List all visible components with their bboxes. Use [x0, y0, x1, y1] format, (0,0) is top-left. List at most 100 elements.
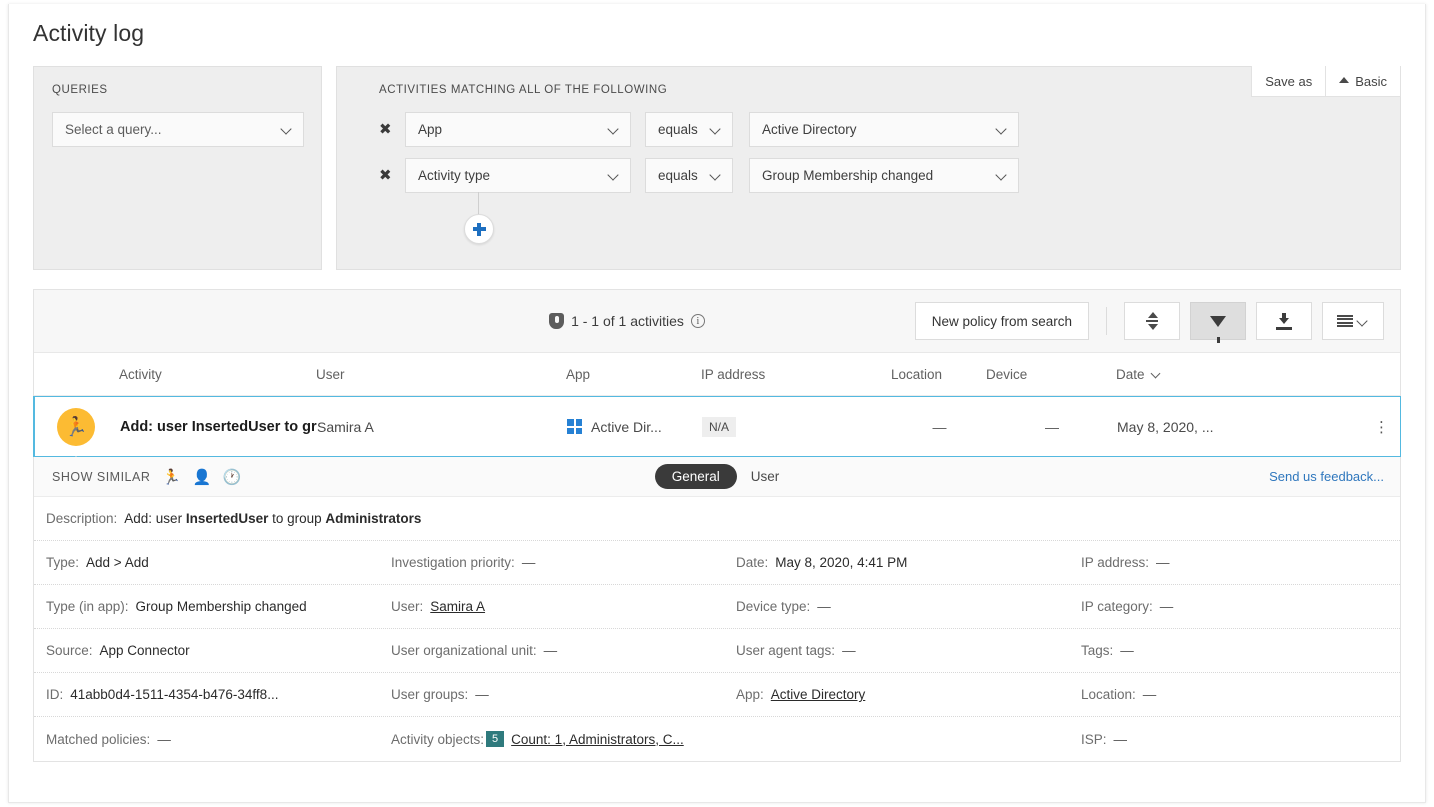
remove-condition-icon[interactable]: ✖ [379, 122, 401, 137]
condition-row: ✖ Activity type equals Group Membership … [379, 158, 1400, 193]
field-matched-policies: Matched policies: — [46, 732, 391, 747]
column-header-date[interactable]: Date [1116, 367, 1296, 382]
funnel-icon [1210, 315, 1226, 343]
condition-value-select[interactable]: Active Directory [749, 112, 1019, 147]
detail-description-row: Description: Add: user InsertedUser to g… [34, 497, 1400, 541]
view-options-button[interactable] [1322, 302, 1384, 340]
cell-location: — [932, 418, 947, 435]
field-ipcat-value: — [1159, 599, 1174, 614]
list-view-icon [1337, 314, 1353, 328]
field-devtype-value: — [817, 599, 831, 614]
cell-ip-address: N/A [702, 416, 892, 437]
filter-button[interactable] [1190, 302, 1246, 343]
info-icon[interactable]: i [690, 314, 705, 328]
cell-device: — [1045, 418, 1059, 435]
field-user-value[interactable]: Samira A [430, 599, 485, 614]
activity-log-page: Activity log QUERIES Select a query... A… [8, 4, 1426, 803]
column-header-ip-address[interactable]: IP address [701, 367, 891, 382]
remove-condition-icon[interactable]: ✖ [379, 168, 401, 183]
description-group: Administrators [325, 511, 422, 526]
chevron-down-icon [711, 170, 722, 181]
field-date: Date: May 8, 2020, 4:41 PM [736, 555, 1081, 570]
field-ao-label: Activity objects: [391, 731, 485, 747]
sort-updown-icon [1146, 312, 1158, 330]
condition-operator-select[interactable]: equals [645, 112, 733, 147]
page-title: Activity log [33, 20, 145, 46]
queries-label: QUERIES [52, 84, 108, 96]
field-user: User: Samira A [391, 599, 736, 614]
condition-field-value: App [418, 122, 443, 137]
column-header-app[interactable]: App [566, 367, 701, 382]
description-label: Description: [46, 511, 118, 526]
chevron-down-icon [711, 124, 722, 135]
field-user-org-unit: User organizational unit: — [391, 643, 736, 658]
queries-panel: QUERIES Select a query... [33, 66, 322, 270]
field-app-label: App: [736, 687, 764, 702]
column-header-activity[interactable]: Activity [34, 367, 316, 382]
query-select-value: Select a query... [65, 122, 162, 137]
query-actions: Save as Basic [1251, 66, 1401, 97]
field-source: Source: App Connector [46, 643, 391, 658]
condition-rows: ✖ App equals Active Directory ✖ Activity… [379, 112, 1400, 250]
chevron-down-icon [1152, 370, 1161, 379]
na-badge: N/A [702, 416, 737, 437]
results-card: 1 - 1 of 1 activities i New policy from … [33, 289, 1401, 762]
field-id-value: 41abb0d4-1511-4354-b476-34ff8... [70, 687, 279, 702]
condition-value-select[interactable]: Group Membership changed [749, 158, 1019, 193]
chevron-up-icon [1339, 77, 1350, 83]
field-isp-value: — [1113, 731, 1128, 747]
detail-row: Type: Add > Add Investigation priority: … [34, 541, 1400, 585]
field-activity-objects: Activity objects: 5 Count: 1, Administra… [391, 731, 736, 747]
plus-icon [472, 222, 486, 236]
condition-operator-select[interactable]: equals [645, 158, 733, 193]
field-ipaddr-label: IP address: [1081, 555, 1150, 570]
detail-tabs: General User [34, 464, 1400, 489]
chevron-down-icon [282, 124, 293, 135]
column-header-date-label: Date [1116, 366, 1145, 382]
field-uou-value: — [543, 643, 558, 658]
basic-toggle-button[interactable]: Basic [1326, 66, 1401, 97]
field-inv-label: Investigation priority: [391, 555, 515, 570]
field-user-groups: User groups: — [391, 687, 736, 702]
tab-user[interactable]: User [751, 469, 780, 484]
result-count: 1 - 1 of 1 activities [571, 313, 684, 329]
table-row[interactable]: 🏃 Add: user InsertedUser to group ... Sa… [33, 396, 1401, 468]
field-inv-value: — [521, 555, 536, 570]
column-header-device[interactable]: Device [986, 367, 1116, 382]
chevron-down-icon [609, 170, 620, 181]
row-actions-menu-icon[interactable]: ⋮ [1374, 419, 1389, 434]
new-policy-from-search-button[interactable]: New policy from search [914, 302, 1089, 340]
column-header-user[interactable]: User [316, 367, 566, 382]
toolbar-actions: New policy from search [914, 302, 1384, 343]
save-as-button[interactable]: Save as [1251, 66, 1327, 97]
condition-field-select[interactable]: App [405, 112, 631, 147]
save-as-label: Save as [1265, 73, 1313, 89]
field-device-type: Device type: — [736, 599, 1081, 614]
field-app-value[interactable]: Active Directory [771, 687, 866, 702]
field-ipcat-label: IP category: [1081, 599, 1153, 614]
query-select[interactable]: Select a query... [52, 112, 304, 147]
activity-type-icon: 🏃 [57, 408, 95, 446]
condition-field-value: Activity type [418, 168, 491, 183]
condition-value-value: Active Directory [762, 122, 857, 137]
add-condition-button[interactable] [464, 214, 494, 244]
detail-row: Source: App Connector User organizationa… [34, 629, 1400, 673]
field-ipaddr-value: — [1156, 555, 1170, 570]
field-typeapp-label: Type (in app): [46, 599, 129, 614]
field-ip-address: IP address: — [1081, 555, 1381, 570]
tab-general[interactable]: General [654, 464, 737, 489]
chevron-down-icon [997, 170, 1008, 181]
condition-value-value: Group Membership changed [762, 168, 934, 183]
detail-row: Type (in app): Group Membership changed … [34, 585, 1400, 629]
chevron-down-icon [1358, 316, 1369, 327]
sort-button[interactable] [1124, 302, 1180, 340]
column-header-location[interactable]: Location [891, 367, 986, 382]
field-type-in-app: Type (in app): Group Membership changed [46, 599, 391, 614]
condition-operator-value: equals [658, 122, 698, 137]
export-button[interactable] [1256, 302, 1312, 340]
cell-app: Active Dir... [567, 419, 702, 435]
condition-field-select[interactable]: Activity type [405, 158, 631, 193]
field-ao-value[interactable]: Count: 1, Administrators, C... [511, 732, 684, 747]
field-devtype-label: Device type: [736, 599, 811, 614]
field-isp: ISP: — [1081, 732, 1381, 747]
